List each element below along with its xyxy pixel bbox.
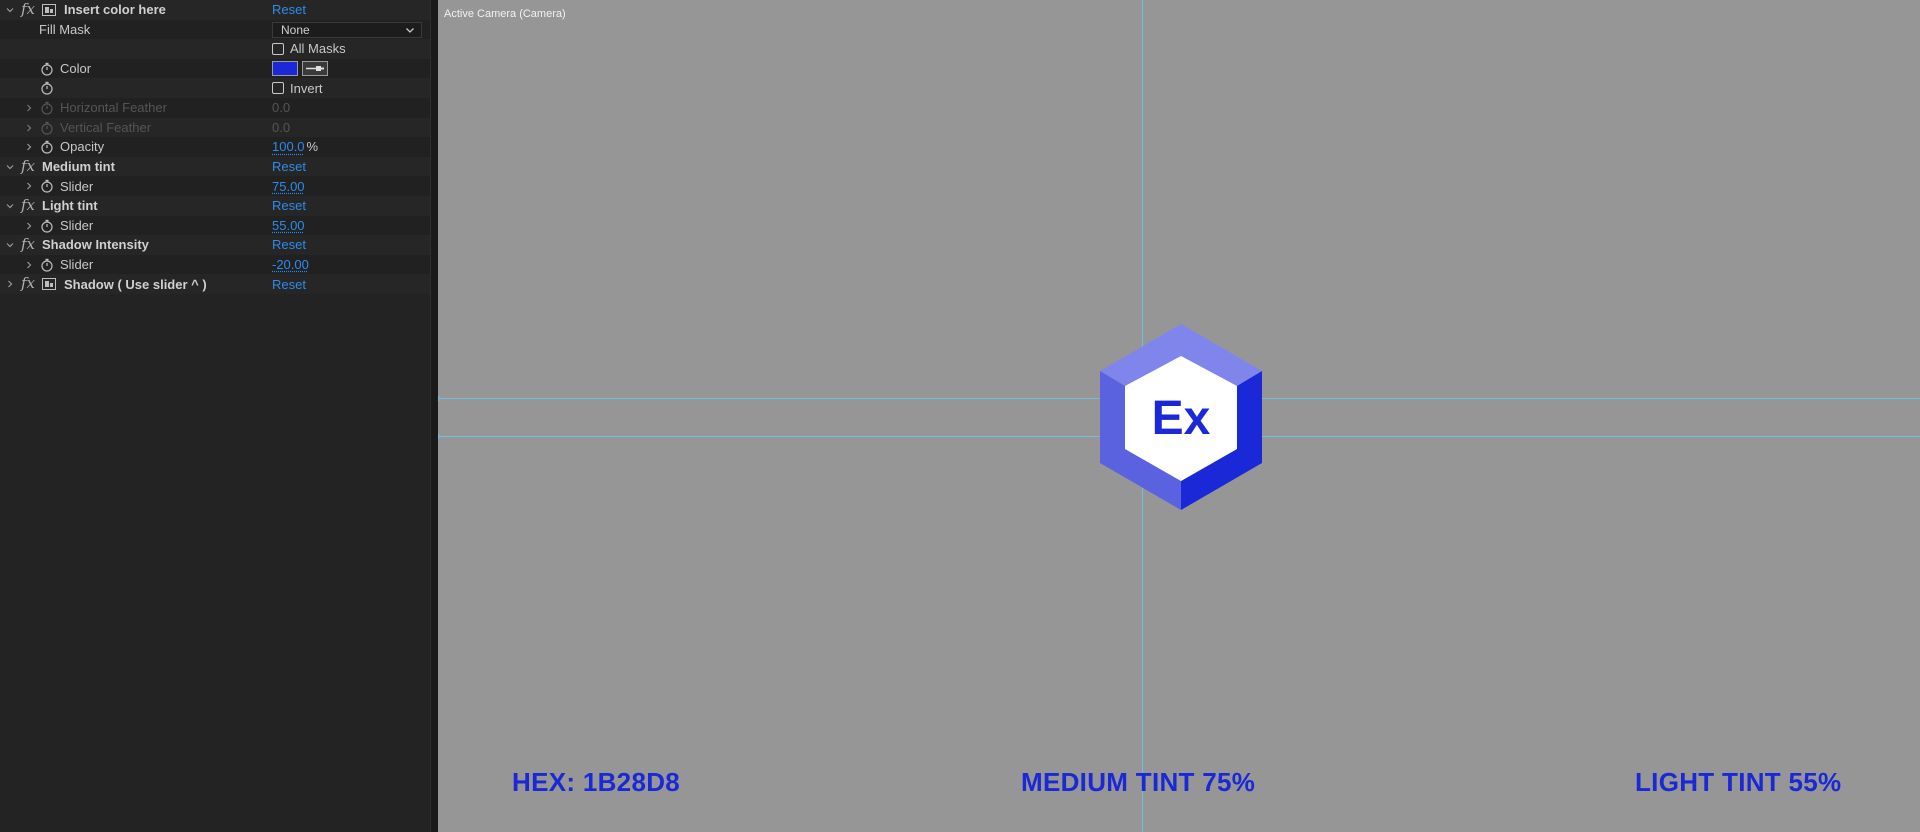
fill-mask-value: None [281, 22, 310, 37]
slider-label: Slider [60, 257, 94, 273]
effect-name: Shadow ( Use slider ^ ) [64, 276, 207, 292]
reset-button[interactable]: Reset [272, 274, 306, 294]
reset-button[interactable]: Reset [272, 235, 306, 255]
color-row: Color [0, 58, 430, 79]
chevron-right-icon[interactable] [5, 279, 15, 289]
effect-header-shadow-intensity[interactable]: fx Shadow Intensity Reset [0, 235, 430, 255]
stopwatch-icon[interactable] [40, 219, 54, 233]
chevron-right-icon[interactable] [24, 123, 34, 133]
guide-marker [438, 434, 441, 439]
slider-value[interactable]: -20.00 [272, 257, 309, 272]
logo-text: Ex [1152, 392, 1211, 445]
hex-caption: HEX: 1B28D8 [512, 767, 681, 797]
fill-mask-dropdown[interactable]: None [272, 21, 422, 38]
stopwatch-icon[interactable] [40, 140, 54, 154]
all-masks-checkbox[interactable] [272, 42, 284, 55]
chevron-right-icon[interactable] [24, 103, 34, 113]
opacity-row: Opacity 100.0 % [0, 137, 430, 157]
slider-value[interactable]: 55.00 [272, 218, 305, 233]
slider-value-group: -20.00 [272, 255, 309, 275]
stopwatch-icon[interactable] [40, 62, 54, 76]
fx-icon[interactable]: fx [21, 274, 35, 292]
effect-header-medium-tint[interactable]: fx Medium tint Reset [0, 156, 430, 177]
vertical-feather-row: Vertical Feather 0.0 [0, 117, 430, 138]
chevron-right-icon[interactable] [24, 142, 34, 152]
eyedropper-button[interactable] [302, 61, 328, 77]
reset-link[interactable]: Reset [272, 159, 306, 174]
fx-icon[interactable]: fx [21, 157, 35, 175]
opacity-value[interactable]: 100.0 [272, 139, 305, 154]
active-camera-label: Active Camera (Camera) [444, 8, 566, 20]
opacity-label: Opacity [60, 139, 105, 155]
chevron-down-icon[interactable] [5, 240, 15, 250]
horizontal-feather-value: 0.0 [272, 100, 291, 116]
reset-button[interactable]: Reset [272, 196, 306, 216]
fill-mask-label: Fill Mask [39, 21, 91, 37]
stopwatch-icon [41, 101, 53, 115]
shadow-intensity-slider-row: Slider -20.00 [0, 254, 430, 275]
vertical-feather-label: Vertical Feather [60, 119, 152, 135]
slider-label: Slider [60, 178, 94, 194]
effect-header-shadow[interactable]: fx Shadow ( Use slider ^ ) Reset [0, 274, 430, 294]
chevron-down-icon[interactable] [5, 5, 15, 15]
effect-name: Insert color here [64, 2, 166, 18]
guide-marker [438, 396, 441, 401]
horizontal-feather-row: Horizontal Feather 0.0 [0, 97, 430, 118]
slider-label: Slider [60, 217, 94, 233]
effect-header-insert-color[interactable]: fx Insert color here Reset [0, 0, 430, 20]
preset-icon [42, 4, 56, 16]
stopwatch-icon[interactable] [40, 81, 54, 95]
all-masks-checkbox-group[interactable]: All Masks [272, 39, 346, 59]
color-controls [272, 59, 328, 79]
reset-link[interactable]: Reset [272, 237, 306, 252]
ex-logo: Ex [1100, 324, 1262, 510]
invert-row: Invert [0, 78, 430, 98]
stopwatch-icon [41, 121, 53, 135]
effect-controls-panel: fx Insert color here Reset Fill Mask Non… [0, 0, 430, 832]
all-masks-label: All Masks [290, 41, 346, 57]
horizontal-feather-label: Horizontal Feather [60, 100, 167, 116]
fx-icon[interactable]: fx [21, 235, 35, 253]
effect-name: Medium tint [42, 159, 115, 175]
stopwatch-icon[interactable] [40, 179, 54, 193]
opacity-unit: % [306, 139, 319, 155]
composition-viewer[interactable]: Active Camera (Camera) Ex HEX: 1B28D8 ME… [438, 0, 1920, 832]
color-swatch[interactable] [272, 61, 298, 77]
chevron-down-icon[interactable] [5, 162, 15, 172]
reset-link[interactable]: Reset [272, 198, 306, 213]
effect-header-light-tint[interactable]: fx Light tint Reset [0, 195, 430, 216]
vertical-feather-value: 0.0 [272, 119, 291, 135]
invert-label: Invert [290, 80, 323, 96]
reset-button[interactable]: Reset [272, 0, 306, 20]
slider-value-group: 55.00 [272, 216, 305, 236]
slider-value[interactable]: 75.00 [272, 179, 305, 194]
chevron-right-icon[interactable] [24, 260, 34, 270]
effect-name: Light tint [42, 198, 98, 214]
fx-icon[interactable]: fx [21, 0, 35, 18]
invert-checkbox[interactable] [272, 82, 284, 95]
light-tint-caption: LIGHT TINT 55% [1635, 767, 1842, 797]
color-label: Color [60, 61, 92, 77]
all-masks-row: All Masks [0, 39, 430, 59]
reset-button[interactable]: Reset [272, 157, 306, 177]
fill-mask-row: Fill Mask None [0, 19, 430, 40]
preset-icon [42, 278, 56, 291]
slider-value-group: 75.00 [272, 176, 305, 196]
effect-name: Shadow Intensity [42, 237, 149, 253]
fx-icon[interactable]: fx [21, 196, 35, 214]
chevron-right-icon[interactable] [24, 181, 34, 191]
opacity-value-group: 100.0 % [272, 137, 318, 157]
medium-tint-caption: MEDIUM TINT 75% [1021, 767, 1256, 797]
light-tint-slider-row: Slider 55.00 [0, 215, 430, 236]
panel-divider[interactable] [430, 0, 438, 832]
reset-link[interactable]: Reset [272, 2, 306, 17]
chevron-down-icon [406, 27, 414, 33]
invert-checkbox-group[interactable]: Invert [272, 78, 323, 98]
eyedropper-icon [306, 66, 324, 72]
chevron-right-icon[interactable] [24, 221, 34, 231]
stopwatch-icon[interactable] [40, 258, 54, 272]
reset-link[interactable]: Reset [272, 277, 306, 292]
chevron-down-icon[interactable] [5, 201, 15, 211]
medium-tint-slider-row: Slider 75.00 [0, 176, 430, 196]
